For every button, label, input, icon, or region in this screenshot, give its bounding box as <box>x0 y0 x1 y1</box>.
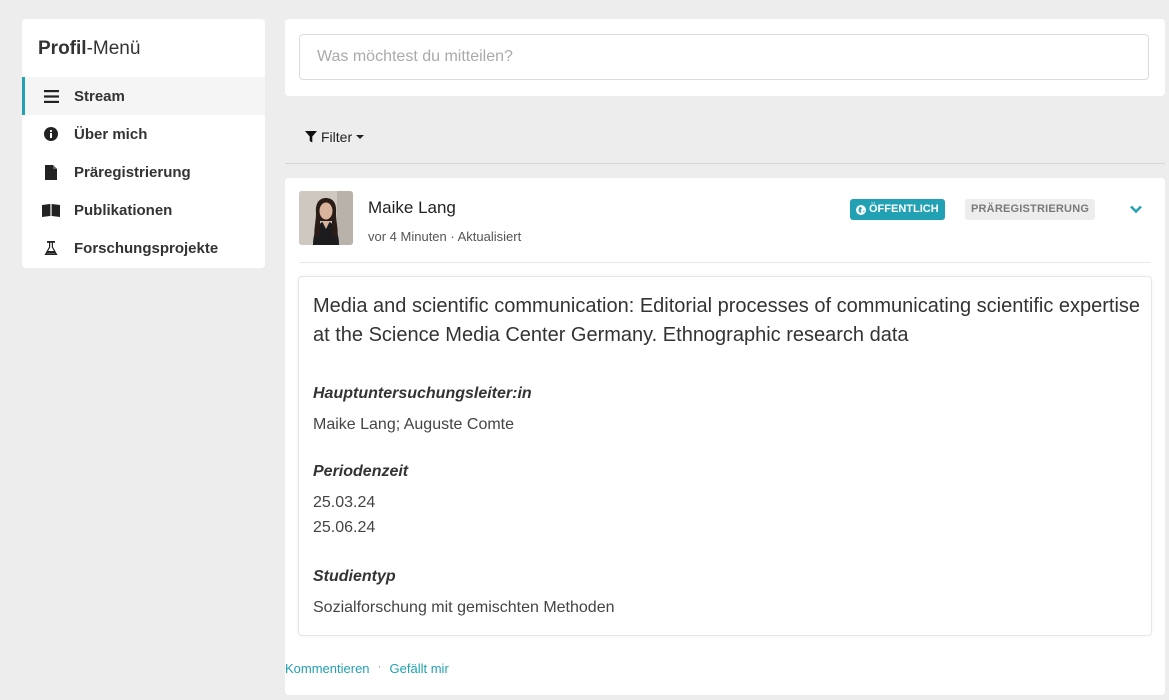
filter-dropdown[interactable]: Filter <box>305 129 365 145</box>
visibility-badge: ÖFFENTLICH <box>850 199 945 220</box>
sidebar-item-publications[interactable]: Publikationen <box>22 191 265 229</box>
preregistration-content: Media and scientific communication: Edit… <box>298 276 1152 636</box>
sidebar-item-label: Forschungsprojekte <box>74 239 219 257</box>
post-meta: vor 4 Minuten · Aktualisiert <box>368 229 522 244</box>
file-icon <box>42 164 60 180</box>
content-type-badge: PRÄREGISTRIERUNG <box>965 199 1096 220</box>
sidebar-item-preregistration[interactable]: Präregistrierung <box>22 153 265 191</box>
sidebar-item-stream[interactable]: Stream <box>22 77 265 115</box>
sidebar-item-label: Publikationen <box>74 201 173 219</box>
visibility-badge-label: ÖFFENTLICH <box>869 203 939 215</box>
filter-label: Filter <box>321 129 353 145</box>
section-value: 25.03.24 <box>313 494 376 511</box>
section-label: Studientyp <box>313 568 396 585</box>
book-icon <box>42 202 60 218</box>
study-title: Media and scientific communication: Edit… <box>313 295 1141 346</box>
profile-menu: Profil-Menü Stream Über mich Präregistri… <box>22 19 265 268</box>
filter-bar: Filter <box>285 115 1165 164</box>
section-value: Maike Lang; Auguste Comte <box>313 416 515 433</box>
post-actions: Kommentieren · Gefällt mir <box>285 658 449 677</box>
like-link[interactable]: Gefällt mir <box>390 661 449 676</box>
sidebar-item-label: Stream <box>74 87 125 105</box>
filter-icon <box>305 131 317 143</box>
separator: · <box>377 658 382 673</box>
sidebar-item-label: Über mich <box>74 125 148 143</box>
post-input[interactable] <box>299 34 1149 80</box>
post-divider <box>299 262 1151 263</box>
section-value: Sozialforschung mit gemischten Methoden <box>313 599 615 616</box>
section-label: Hauptuntersuchungsleiter:in <box>313 385 532 402</box>
sidebar-item-label: Präregistrierung <box>74 163 191 181</box>
comment-link[interactable]: Kommentieren <box>285 661 370 676</box>
flask-icon <box>42 240 60 256</box>
caret-down-icon <box>356 135 365 139</box>
sidebar-item-about[interactable]: Über mich <box>22 115 265 153</box>
section-value: 25.06.24 <box>313 519 376 536</box>
chevron-down-icon[interactable] <box>1130 201 1142 219</box>
sidebar-item-research-projects[interactable]: Forschungsprojekte <box>22 229 265 267</box>
stream-post: Maike Lang vor 4 Minuten · Aktualisiert … <box>285 178 1165 695</box>
section-label: Periodenzeit <box>313 463 409 480</box>
globe-icon <box>856 204 866 215</box>
profile-menu-title: Profil-Menü <box>38 38 141 59</box>
avatar[interactable] <box>299 191 353 245</box>
post-composer <box>285 19 1165 96</box>
list-icon <box>42 88 60 104</box>
info-icon <box>42 126 60 142</box>
post-author[interactable]: Maike Lang <box>368 198 456 218</box>
